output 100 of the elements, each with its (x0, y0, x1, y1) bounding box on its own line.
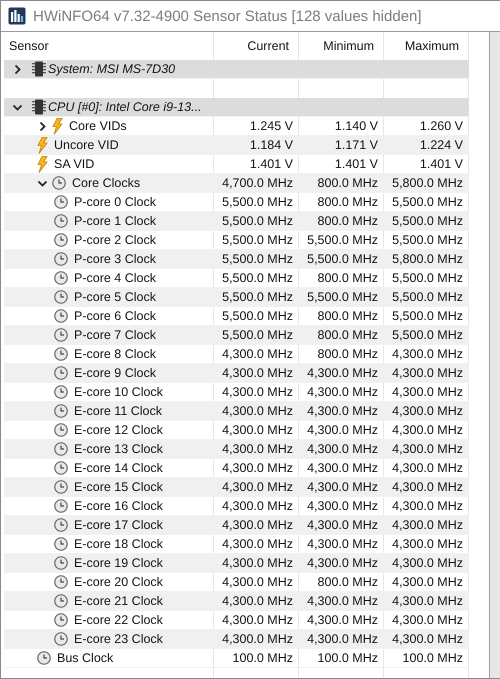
table-row[interactable]: Uncore VID 1.184 V 1.171 V 1.224 V (4, 136, 469, 155)
sensor-label: E-core 16 Clock (73, 499, 164, 513)
value-cell-text: 4,300.0 MHz (391, 593, 464, 610)
value-cell-text: 4,300.0 MHz (391, 479, 464, 496)
table-row[interactable]: E-core 11 Clock 4,300.0 MHz 4,300.0 MHz 4,300.0 MHz (4, 402, 469, 421)
chip-icon (32, 61, 46, 77)
clock-icon (54, 518, 68, 532)
group-row[interactable]: System: MSI MS-7D30 (4, 60, 469, 79)
clock-icon (37, 651, 51, 665)
value-cell-text: 4,300.0 MHz (221, 631, 294, 648)
value-cell-text: 4,300.0 MHz (306, 384, 379, 401)
value-cell-text: 5,500.0 MHz (221, 213, 294, 230)
clock-icon (54, 366, 68, 380)
table-row[interactable]: E-core 23 Clock 4,300.0 MHz 4,300.0 MHz 4,300.0 MHz (4, 630, 469, 649)
clock-icon (52, 176, 66, 190)
value-cell-text: 4,300.0 MHz (221, 593, 294, 610)
expand-toggle-icon[interactable] (37, 120, 48, 132)
clock-icon (54, 328, 68, 342)
table-row[interactable]: E-core 15 Clock 4,300.0 MHz 4,300.0 MHz 4,300.0 MHz (4, 478, 469, 497)
sensor-label: E-core 19 Clock (73, 556, 164, 570)
value-cell-text: 4,300.0 MHz (306, 365, 379, 382)
table-row[interactable]: E-core 17 Clock 4,300.0 MHz 4,300.0 MHz 4,300.0 MHz (4, 516, 469, 535)
sensor-label: E-core 23 Clock (73, 632, 164, 646)
value-cell-text: 4,300.0 MHz (221, 346, 294, 363)
value-cell-text: 4,300.0 MHz (221, 365, 294, 382)
sensor-label: E-core 12 Clock (73, 423, 164, 437)
clock-icon (54, 575, 68, 589)
expand-toggle-icon[interactable] (12, 64, 23, 74)
lightning-icon (37, 156, 48, 172)
sensor-label: E-core 10 Clock (73, 385, 164, 399)
value-cell-text: 4,300.0 MHz (391, 574, 464, 591)
value-cell-text: 1.260 V (418, 118, 464, 135)
sensor-label: P-core 2 Clock (73, 233, 157, 247)
value-cell-text: 1.184 V (248, 137, 294, 154)
sensor-label: P-core 1 Clock (73, 214, 157, 228)
value-cell-text: 5,500.0 MHz (221, 289, 294, 306)
value-cell-text: 4,700.0 MHz (221, 175, 294, 192)
table-row[interactable]: E-core 13 Clock 4,300.0 MHz 4,300.0 MHz 4,300.0 MHz (4, 440, 469, 459)
value-cell-text: 4,300.0 MHz (391, 346, 464, 363)
value-cell-text: 4,300.0 MHz (221, 384, 294, 401)
table-row[interactable]: P-core 3 Clock 5,500.0 MHz 5,500.0 MHz 5,800.0 MHz (4, 250, 469, 269)
column-header[interactable]: Current (214, 32, 299, 60)
table-row[interactable]: P-core 5 Clock 5,500.0 MHz 5,500.0 MHz 5,500.0 MHz (4, 288, 469, 307)
clock-icon (54, 385, 68, 399)
lightning-icon (52, 118, 63, 134)
value-cell-text: 800.0 MHz (316, 213, 379, 230)
clock-icon (54, 290, 68, 304)
value-cell-text: 4,300.0 MHz (306, 460, 379, 477)
value-cell-text: 1.140 V (334, 118, 379, 135)
chip-icon (32, 99, 46, 115)
value-cell-text: 5,500.0 MHz (391, 327, 464, 344)
value-cell-text: 5,800.0 MHz (391, 251, 464, 268)
column-header[interactable]: Sensor (4, 32, 214, 60)
sensor-label: P-core 6 Clock (73, 309, 157, 323)
clock-icon (54, 556, 68, 570)
value-cell-text: 4,300.0 MHz (306, 593, 379, 610)
value-cell-text: 5,500.0 MHz (221, 194, 294, 211)
clock-icon (54, 195, 68, 209)
column-header[interactable]: Minimum (299, 32, 384, 60)
value-cell-text: 4,300.0 MHz (391, 384, 464, 401)
table-row[interactable]: P-core 1 Clock 5,500.0 MHz 800.0 MHz 5,500.0 MHz (4, 212, 469, 231)
value-cell-text: 4,300.0 MHz (306, 517, 379, 534)
window-title: HWiNFO64 v7.32-4900 Sensor Status [128 values hidden] (33, 8, 422, 24)
value-cell-text: 5,500.0 MHz (391, 308, 464, 325)
value-cell-text: 100.0 MHz (316, 650, 379, 667)
column-header[interactable]: Maximum (384, 32, 469, 60)
table-row[interactable]: P-core 7 Clock 5,500.0 MHz 800.0 MHz 5,500.0 MHz (4, 326, 469, 345)
value-cell-text: 800.0 MHz (316, 308, 379, 325)
clock-icon (54, 252, 68, 266)
sensor-label: P-core 0 Clock (73, 195, 157, 209)
value-cell-text: 5,500.0 MHz (391, 213, 464, 230)
clock-icon (54, 423, 68, 437)
table-row[interactable]: E-core 21 Clock 4,300.0 MHz 4,300.0 MHz 4,300.0 MHz (4, 592, 469, 611)
table-row[interactable]: Core Clocks 4,700.0 MHz 800.0 MHz 5,800.0 MHz (4, 174, 469, 193)
sensor-label: P-core 7 Clock (73, 328, 157, 342)
group-row[interactable]: CPU [#0]: Intel Core i9-13... (4, 98, 469, 117)
table-row[interactable]: Bus Clock 100.0 MHz 100.0 MHz 100.0 MHz (4, 649, 469, 668)
value-cell-text: 4,300.0 MHz (391, 517, 464, 534)
sensor-label: E-core 17 Clock (73, 518, 164, 532)
value-cell-text: 4,300.0 MHz (391, 498, 464, 515)
value-cell-text: 4,300.0 MHz (221, 422, 294, 439)
value-cell-text: 5,500.0 MHz (391, 289, 464, 306)
clock-icon (54, 309, 68, 323)
sensor-label: E-core 20 Clock (73, 575, 164, 589)
value-cell-text: 4,300.0 MHz (391, 631, 464, 648)
table-row[interactable]: E-core 9 Clock 4,300.0 MHz 4,300.0 MHz 4,300.0 MHz (4, 364, 469, 383)
sensor-label: E-core 21 Clock (73, 594, 164, 608)
clock-icon (54, 613, 68, 627)
sensor-label: E-core 9 Clock (73, 366, 157, 380)
value-cell-text: 4,300.0 MHz (306, 536, 379, 553)
clock-icon (54, 214, 68, 228)
table-row[interactable]: E-core 19 Clock 4,300.0 MHz 4,300.0 MHz 4,300.0 MHz (4, 554, 469, 573)
value-cell-text: 4,300.0 MHz (391, 422, 464, 439)
clock-icon (54, 347, 68, 361)
value-cell-text: 1.401 V (418, 156, 464, 173)
clock-icon (54, 537, 68, 551)
value-cell-text: 4,300.0 MHz (306, 555, 379, 572)
value-cell-text: 800.0 MHz (316, 175, 379, 192)
value-cell-text: 4,300.0 MHz (221, 536, 294, 553)
sensor-label: SA VID (53, 157, 96, 171)
